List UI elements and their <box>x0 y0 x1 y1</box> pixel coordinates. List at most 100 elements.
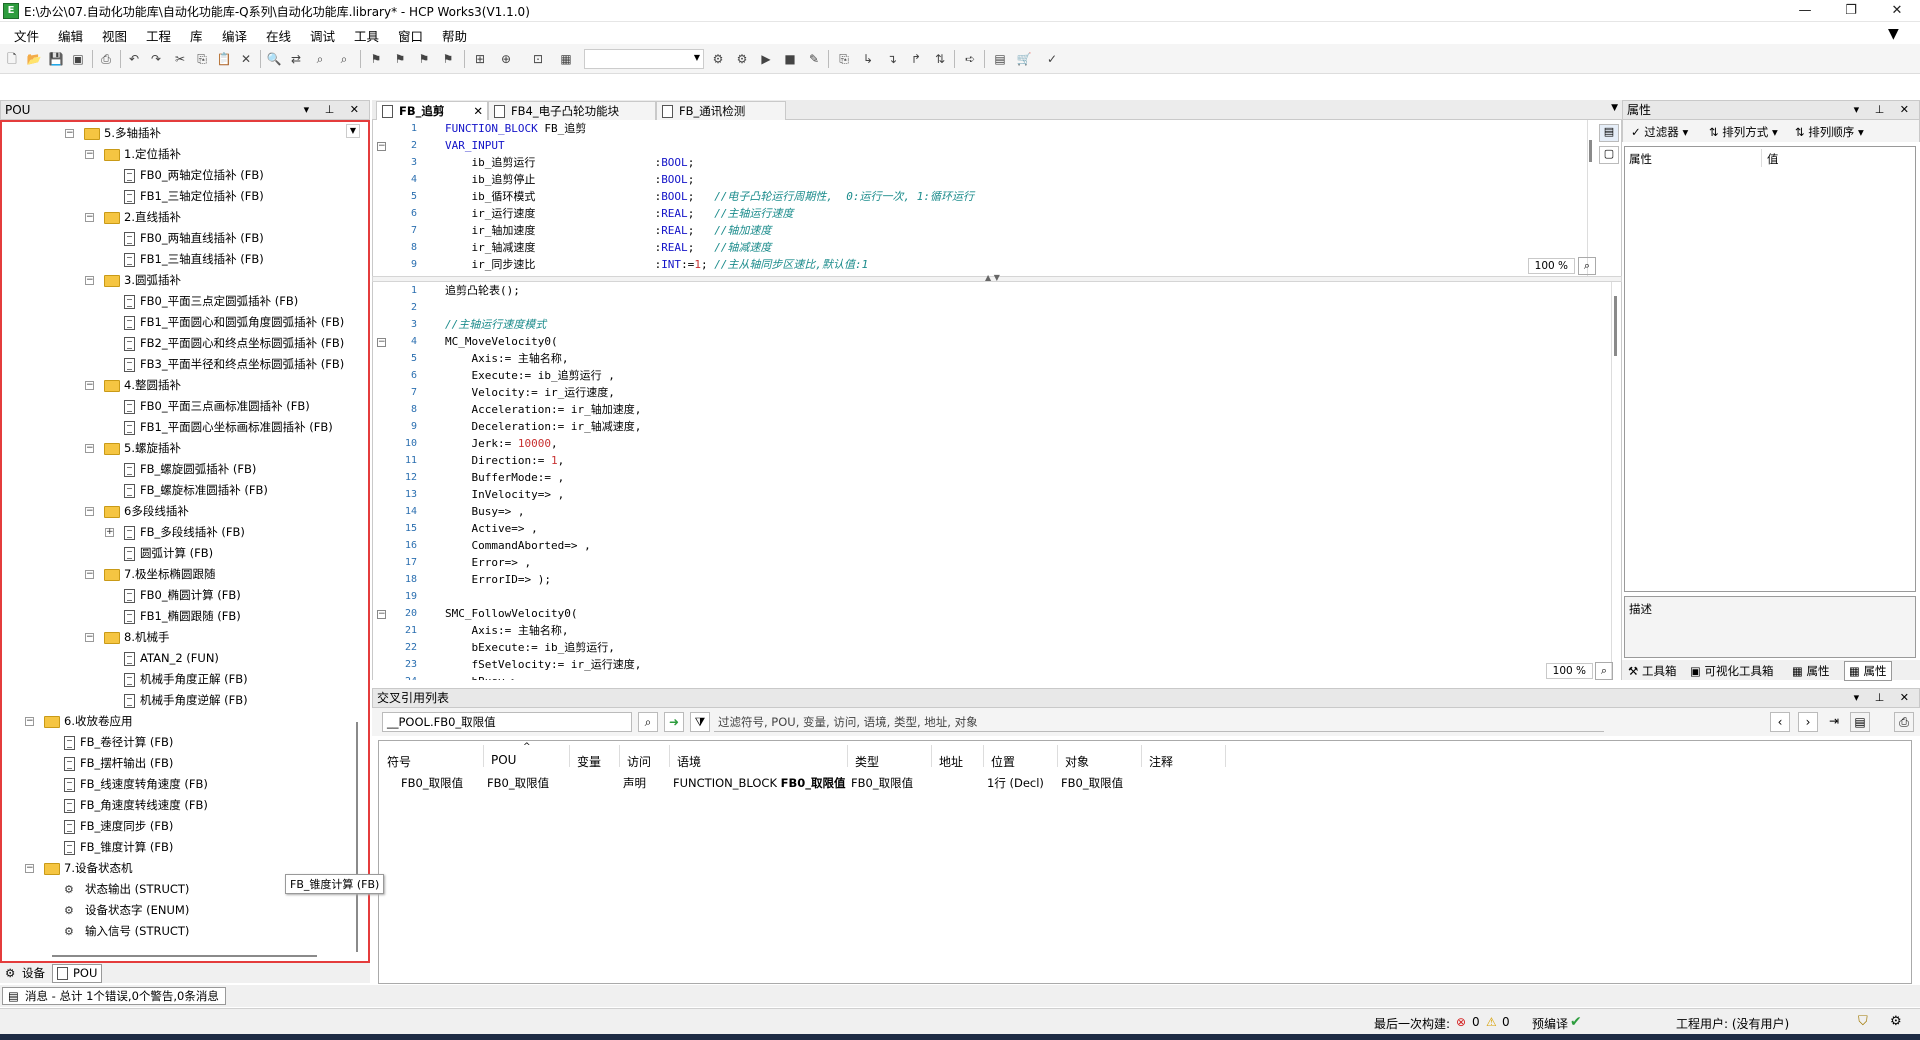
tree-folder[interactable]: − 7.设备状态机 <box>25 858 132 879</box>
collapse-icon[interactable]: − <box>65 129 74 138</box>
find-all-icon[interactable]: ⌕ <box>312 51 328 67</box>
tree-item[interactable]: + FB_多段线插补 (FB) <box>105 522 245 543</box>
tree-item[interactable]: FB_线速度转角速度 (FB) <box>64 774 208 795</box>
prev-icon[interactable]: ‹ <box>1770 712 1790 732</box>
panel-controls-icon[interactable]: ▾ ⊥ ✕ <box>1854 101 1915 119</box>
tree-item[interactable]: FB_摆杆输出 (FB) <box>64 753 173 774</box>
tree-folder[interactable]: − 7.极坐标椭圆跟随 <box>85 564 215 585</box>
paste-icon[interactable]: 📋 <box>216 51 232 67</box>
step-over-icon[interactable]: ↳ <box>860 51 876 67</box>
sort-by-button[interactable]: ⇅ 排列方式 ▾ <box>1709 124 1778 140</box>
properties-tb-icon[interactable]: ⊡ <box>530 51 546 67</box>
tree-item[interactable]: FB_卷径计算 (FB) <box>64 732 173 753</box>
new-icon[interactable]: 🗋 <box>4 51 20 67</box>
bookmark-clear-icon[interactable]: ⚑ <box>440 51 456 67</box>
collapse-icon[interactable]: − <box>85 633 94 642</box>
xref-filter-input[interactable]: 过滤符号, POU, 变量, 访问, 语境, 类型, 地址, 对象 <box>714 712 1604 732</box>
print-icon[interactable]: ⎙ <box>98 51 114 67</box>
impl-scrollbar[interactable] <box>1611 282 1619 680</box>
next-icon[interactable]: › <box>1798 712 1818 732</box>
replace-icon[interactable]: ⇄ <box>288 51 304 67</box>
tree-item[interactable]: FB_角速度转线速度 (FB) <box>64 795 208 816</box>
tree-item[interactable]: FB3_平面半径和终点坐标圆弧插补 (FB) <box>124 354 344 375</box>
tree-dropdown-icon[interactable]: ▼ <box>346 124 360 138</box>
tab-toolbox[interactable]: ⚒ 工具箱 <box>1628 663 1676 679</box>
tree-folder[interactable]: − 6.收放卷应用 <box>25 711 132 732</box>
collapse-icon[interactable]: − <box>85 381 94 390</box>
filter-button[interactable]: ✓ 过滤器 ▾ <box>1631 124 1688 140</box>
tree-item[interactable]: ⚙ 输入信号 (STRUCT) <box>64 921 189 942</box>
stop-icon[interactable]: ■ <box>782 51 798 67</box>
check-icon[interactable]: ✓ <box>1044 51 1060 67</box>
col-pou[interactable]: POU <box>491 753 516 767</box>
implementation-editor[interactable]: 1 追剪凸轮表(); 2 3//主轴运行速度模式 4 MC_MoveVelocity0(5… <box>372 282 1622 680</box>
tree-folder[interactable]: − 8.机械手 <box>85 627 169 648</box>
tree-item[interactable]: FB0_平面三点定圆弧插补 (FB) <box>124 291 298 312</box>
monitor-icon[interactable]: ▤ <box>992 51 1008 67</box>
col-type[interactable]: 类型 <box>855 753 879 770</box>
filter-icon[interactable]: ⧩ <box>690 712 710 732</box>
decl-scrollbar[interactable] <box>1587 120 1593 276</box>
breakpoint-icon[interactable]: ⎘ <box>836 51 852 67</box>
logout-icon[interactable]: ⚙ <box>734 51 750 67</box>
col-context[interactable]: 语境 <box>677 753 701 770</box>
tree-item[interactable]: FB2_平面圆心和终点坐标圆弧插补 (FB) <box>124 333 344 354</box>
tree-folder[interactable]: − 4.整圆插补 <box>85 375 181 396</box>
tree-item[interactable]: FB0_两轴定位插补 (FB) <box>124 165 264 186</box>
tree-item[interactable]: FB1_椭圆跟随 (FB) <box>124 606 241 627</box>
add-object-icon[interactable]: ⊕ <box>498 51 514 67</box>
tab-list-icon[interactable]: ▼ <box>1611 103 1618 113</box>
tab-properties-1[interactable]: ▦ 属性 <box>1792 663 1830 679</box>
tab-properties-2[interactable]: ▦ 属性 <box>1844 661 1892 681</box>
menu-help[interactable]: 帮助 <box>442 26 467 45</box>
tab-fb-comm[interactable]: FB_通讯检测 <box>656 101 786 120</box>
copy-icon[interactable]: ⎘ <box>194 51 210 67</box>
fold-icon[interactable]: − <box>377 610 386 619</box>
grid-icon[interactable]: ▤ <box>1850 712 1870 732</box>
save-icon[interactable]: 💾 <box>48 51 64 67</box>
redo-icon[interactable]: ↷ <box>148 51 164 67</box>
collapse-icon[interactable]: − <box>85 444 94 453</box>
bookmark-icon[interactable]: ⚑ <box>368 51 384 67</box>
zoom-icon[interactable]: ⌕ <box>1595 662 1613 680</box>
sort-order-button[interactable]: ⇅ 排列顺序 ▾ <box>1795 124 1864 140</box>
build-icon[interactable]: ⊞ <box>472 51 488 67</box>
tree-item[interactable]: 圆弧计算 (FB) <box>124 543 213 564</box>
settings-icon[interactable]: ⚙ <box>1890 1014 1902 1029</box>
collapse-icon[interactable]: − <box>85 276 94 285</box>
zoom-level-bottom[interactable]: 100 % <box>1545 663 1593 679</box>
precompile-ok-icon[interactable]: ✔ <box>1570 1014 1582 1030</box>
close-tab-icon[interactable]: ✕ <box>473 102 483 120</box>
col-access[interactable]: 访问 <box>627 753 651 770</box>
tree-item[interactable]: FB0_平面三点画标准圆插补 (FB) <box>124 396 310 417</box>
tree-folder[interactable]: − 2.直线插补 <box>85 207 181 228</box>
open-icon[interactable]: 📂 <box>26 51 42 67</box>
col-address[interactable]: 地址 <box>939 753 963 770</box>
menu-library[interactable]: 库 <box>190 26 203 45</box>
menu-online[interactable]: 在线 <box>266 26 291 45</box>
textual-view-icon[interactable]: ▢ <box>1599 146 1619 164</box>
collapse-icon[interactable]: − <box>85 507 94 516</box>
col-object[interactable]: 对象 <box>1065 753 1089 770</box>
tree-item[interactable]: 机械手角度正解 (FB) <box>124 669 248 690</box>
menu-tools[interactable]: 工具 <box>354 26 379 45</box>
tree-item[interactable]: FB1_平面圆心和圆弧角度圆弧插补 (FB) <box>124 312 344 333</box>
tree-item[interactable]: ⚙ 状态输出 (STRUCT) <box>64 879 189 900</box>
menu-debug[interactable]: 调试 <box>310 26 335 45</box>
menu-window[interactable]: 窗口 <box>398 26 423 45</box>
go-arrow-icon[interactable]: ➜ <box>664 712 684 732</box>
bookmark-prev-icon[interactable]: ⚑ <box>392 51 408 67</box>
tree-item[interactable]: FB_速度同步 (FB) <box>64 816 173 837</box>
tree-item[interactable]: 机械手角度逆解 (FB) <box>124 690 248 711</box>
tab-devices[interactable]: ⚙ 设备 <box>2 965 49 982</box>
zoom-level-top[interactable]: 100 % <box>1527 258 1575 274</box>
search-icon[interactable]: ⌕ <box>638 712 658 732</box>
find-icon[interactable]: 🔍 <box>266 51 282 67</box>
col-symbol[interactable]: 符号 <box>387 753 411 770</box>
funnel-icon[interactable]: ▼ <box>1888 26 1899 42</box>
panel-controls-icon[interactable]: ▾ ⊥ ✕ <box>304 101 365 119</box>
messages-tab[interactable]: ▤ 消息 - 总计 1个错误,0个警告,0条消息 <box>2 987 226 1005</box>
target-dropdown[interactable]: ▼ <box>584 49 704 69</box>
menu-view[interactable]: 视图 <box>102 26 127 45</box>
tab-visual-toolbox[interactable]: ▣ 可视化工具箱 <box>1690 663 1774 679</box>
